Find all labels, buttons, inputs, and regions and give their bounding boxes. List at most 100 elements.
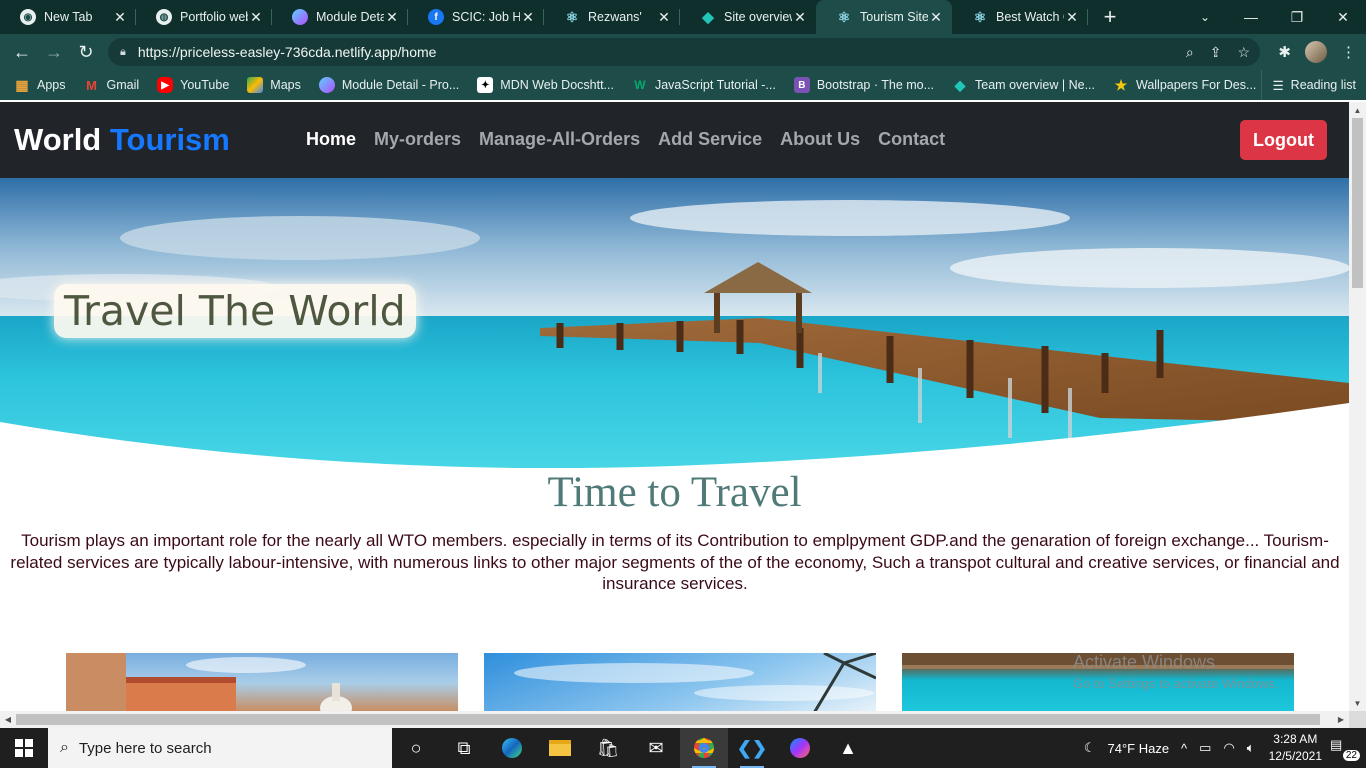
battery-icon[interactable]: ▭ — [1199, 740, 1211, 756]
taskbar-search-box[interactable]: ⌕ Type here to search — [48, 728, 392, 768]
bookmark-module-detail[interactable]: Module Detail - Pro... — [318, 77, 460, 93]
reading-list-icon: ☰ — [1272, 78, 1284, 93]
microsoft-store-icon[interactable]: 🛍︎ — [584, 728, 632, 768]
notifications-button[interactable]: ▤ 22 — [1330, 737, 1360, 761]
bookmark-apps[interactable]: ▦ Apps — [14, 77, 65, 93]
minimize-icon[interactable]: — — [1228, 0, 1274, 34]
scroll-left-arrow-icon[interactable]: ◀ — [0, 711, 16, 728]
restore-icon[interactable]: ❐ — [1274, 0, 1320, 34]
close-window-icon[interactable]: ✕ — [1320, 0, 1366, 34]
tab-site-overview[interactable]: ◆ Site overview ✕ — [680, 0, 816, 34]
bookmark-label: Module Detail - Pro... — [341, 78, 460, 92]
tab-search-chevron-icon[interactable]: ⌄ — [1190, 0, 1220, 34]
taskbar-clock[interactable]: 3:28 AM 12/5/2021 — [1269, 731, 1322, 765]
close-tab-icon[interactable]: ✕ — [112, 9, 128, 26]
share-icon[interactable]: ⇪ — [1210, 44, 1222, 61]
messenger-icon[interactable] — [776, 728, 824, 768]
nav-home[interactable]: Home — [306, 129, 356, 150]
new-tab-button[interactable]: + — [1088, 0, 1132, 34]
address-bar[interactable]: 🔒︎ https://priceless-easley-736cda.netli… — [108, 38, 1260, 66]
menu-kebab-icon[interactable]: ⋮ — [1341, 43, 1356, 61]
weather-icon[interactable]: ☾ — [1084, 740, 1096, 756]
netlify-icon: ◆ — [954, 76, 966, 93]
bookmark-wallpapers[interactable]: ★ Wallpapers For Des... — [1113, 76, 1257, 93]
notification-count: 22 — [1342, 750, 1360, 761]
nav-add-service[interactable]: Add Service — [658, 129, 762, 150]
vscode-icon[interactable]: ❮❯ — [728, 728, 776, 768]
tab-title: Tourism Site — [860, 10, 928, 24]
star-icon: ★ — [1114, 76, 1128, 93]
hero-title: Travel The World — [54, 284, 416, 338]
vertical-scrollbar[interactable]: ▲ ▼ — [1349, 102, 1366, 711]
reload-icon[interactable]: ↻ — [70, 36, 102, 68]
tab-new-tab[interactable]: ◉ New Tab ✕ — [0, 0, 136, 34]
bookmark-mdn[interactable]: ✦ MDN Web Docshtt... — [477, 77, 614, 93]
scroll-up-arrow-icon[interactable]: ▲ — [1349, 102, 1366, 118]
network-icon[interactable]: ◠ — [1223, 740, 1234, 756]
bookmark-star-icon[interactable]: ☆ — [1237, 44, 1250, 61]
lock-icon[interactable]: 🔒︎ — [120, 46, 126, 59]
chrome-taskbar-icon[interactable] — [680, 728, 728, 768]
reading-list-button[interactable]: ☰ Reading list — [1261, 70, 1356, 100]
tab-best-watch[interactable]: ⚛ Best Watch Co ✕ — [952, 0, 1088, 34]
logout-button[interactable]: Logout — [1240, 120, 1327, 160]
close-tab-icon[interactable]: ✕ — [1064, 9, 1080, 26]
bookmark-gmail[interactable]: M Gmail — [84, 77, 139, 93]
profile-avatar[interactable] — [1305, 41, 1327, 63]
close-tab-icon[interactable]: ✕ — [248, 9, 264, 26]
scroll-down-arrow-icon[interactable]: ▼ — [1349, 695, 1366, 711]
tab-title: Best Watch Co — [996, 10, 1064, 24]
site-brand[interactable]: World Tourism — [14, 122, 230, 158]
tab-scic-job[interactable]: f SCIC: Job Hur ✕ — [408, 0, 544, 34]
extensions-icon[interactable]: ✱ — [1278, 43, 1291, 61]
horizontal-scrollbar[interactable]: ◀ ▶ — [0, 711, 1349, 728]
tab-rezwans[interactable]: ⚛ Rezwans' ✕ — [544, 0, 680, 34]
nav-manage-all-orders[interactable]: Manage-All-Orders — [479, 129, 640, 150]
netlify-icon: ◆ — [702, 9, 714, 26]
bookmark-label: YouTube — [180, 78, 230, 92]
photos-icon[interactable]: ▲ — [824, 728, 872, 768]
scroll-right-arrow-icon[interactable]: ▶ — [1333, 711, 1349, 728]
bookmark-maps[interactable]: Maps — [247, 77, 301, 93]
bookmark-label: Maps — [270, 78, 301, 92]
close-tab-icon[interactable]: ✕ — [384, 9, 400, 26]
forward-icon[interactable]: → — [38, 36, 70, 68]
tab-title: Site overview — [724, 10, 792, 24]
nav-about-us[interactable]: About Us — [780, 129, 860, 150]
bookmark-youtube[interactable]: ▶ YouTube — [157, 77, 229, 93]
close-tab-icon[interactable]: ✕ — [656, 9, 672, 26]
vertical-scroll-thumb[interactable] — [1352, 118, 1363, 288]
facebook-icon: f — [428, 9, 444, 25]
tab-title: Rezwans' — [588, 10, 642, 24]
react-icon: ⚛ — [973, 8, 987, 25]
windows-start-button[interactable] — [0, 728, 48, 768]
tray-chevron-icon[interactable]: ^ — [1181, 741, 1187, 756]
close-tab-icon[interactable]: ✕ — [792, 9, 808, 26]
url-text[interactable]: https://priceless-easley-736cda.netlify.… — [138, 44, 437, 60]
tab-portfolio[interactable]: ◍ Portfolio web ✕ — [136, 0, 272, 34]
chrome-icon: ◉ — [20, 9, 36, 25]
horizontal-scroll-thumb[interactable] — [16, 714, 1320, 725]
file-explorer-icon[interactable] — [536, 728, 584, 768]
nav-my-orders[interactable]: My-orders — [374, 129, 461, 150]
bookmark-javascript-tutorial[interactable]: W JavaScript Tutorial -... — [632, 77, 776, 93]
weather-text[interactable]: 74°F Haze — [1107, 741, 1169, 756]
service-card-image-1[interactable] — [66, 653, 458, 711]
bookmark-bootstrap[interactable]: B Bootstrap · The mo... — [793, 77, 934, 93]
tab-tourism-site[interactable]: ⚛ Tourism Site ✕ — [816, 0, 952, 34]
volume-icon[interactable]: 🔈︎ — [1247, 740, 1255, 756]
mail-icon[interactable]: ✉ — [632, 728, 680, 768]
back-icon[interactable]: ← — [6, 36, 38, 68]
edge-icon[interactable] — [488, 728, 536, 768]
close-tab-icon[interactable]: ✕ — [928, 9, 944, 26]
card-image-venice — [66, 653, 352, 711]
task-view-icon[interactable]: ⧉ — [440, 728, 488, 768]
service-card-image-2[interactable] — [484, 653, 876, 711]
zoom-icon[interactable]: ⌕ — [1186, 44, 1194, 61]
tab-module-detail[interactable]: Module Detai ✕ — [272, 0, 408, 34]
bookmark-team-overview[interactable]: ◆ Team overview | Ne... — [952, 77, 1095, 93]
browser-tab-strip: ◉ New Tab ✕ ◍ Portfolio web ✕ Module Det… — [0, 0, 1366, 34]
nav-contact[interactable]: Contact — [878, 129, 945, 150]
cortana-icon[interactable]: ○ — [392, 728, 440, 768]
close-tab-icon[interactable]: ✕ — [520, 9, 536, 26]
